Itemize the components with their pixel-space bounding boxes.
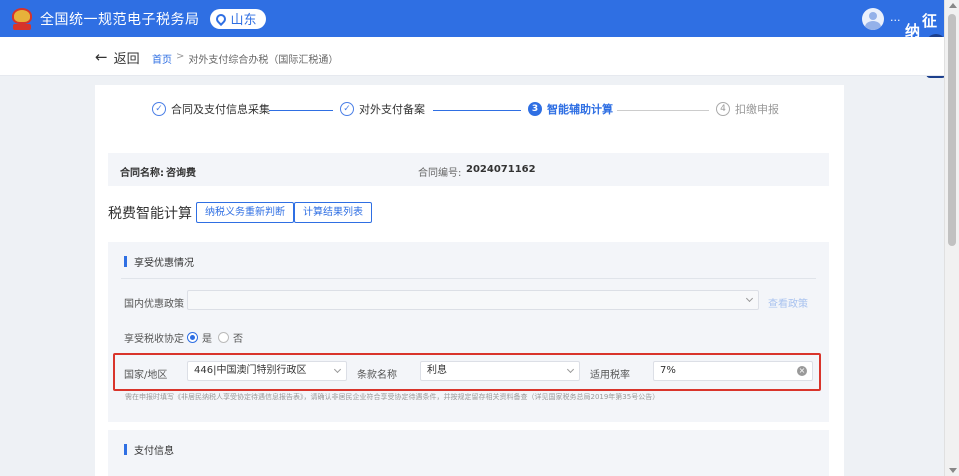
section-marker xyxy=(124,256,127,267)
breadcrumb-home[interactable]: 首页 xyxy=(152,51,172,66)
location-pin-icon xyxy=(213,11,228,26)
radio-label: 是 xyxy=(202,334,212,345)
contract-info: 合同名称: 咨询费 合同编号: 2024071162 xyxy=(108,153,829,186)
breadcrumb-current: 对外支付综合办税（国际汇税通） xyxy=(188,55,339,66)
chevron-down-icon xyxy=(745,294,754,303)
site-title: 全国统一规范电子税务局 xyxy=(40,11,200,28)
breadcrumb-separator: > xyxy=(176,51,185,62)
step-number: 4 xyxy=(716,102,730,116)
scroll-up-icon[interactable] xyxy=(949,3,957,8)
step-check-icon: ✓ xyxy=(152,102,166,116)
section-header: 享受优惠情况 xyxy=(124,254,194,269)
breadcrumb: 首页 > 对外支付综合办税（国际汇税通） xyxy=(152,51,338,66)
tax-emblem-icon xyxy=(10,7,34,31)
scrollbar-thumb[interactable] xyxy=(948,14,956,246)
treaty-radio-no[interactable]: 否 xyxy=(218,330,243,345)
section-title: 享受优惠情况 xyxy=(134,258,194,269)
step-number: 3 xyxy=(528,102,542,116)
section-marker xyxy=(124,444,127,455)
main-panel: ✓ 合同及支付信息采集 ✓ 对外支付备案 3 智能辅助计算 4 扣缴申报 合同名… xyxy=(95,85,844,476)
page-scrollbar[interactable] xyxy=(944,0,959,476)
user-avatar-icon[interactable] xyxy=(862,8,884,30)
treaty-radio-yes[interactable]: 是 xyxy=(187,330,212,345)
calc-title: 税费智能计算 xyxy=(108,206,192,222)
highlight-box xyxy=(113,353,821,391)
result-list-button[interactable]: 计算结果列表 xyxy=(294,202,372,223)
payment-section: 支付信息 xyxy=(108,430,829,476)
rejudge-obligation-button[interactable]: 纳税义务重新判断 xyxy=(196,202,294,223)
radio-label: 否 xyxy=(233,334,243,345)
step-contract-info: ✓ 合同及支付信息采集 xyxy=(152,101,270,117)
treaty-note: 需在申报时填写《非居民纳税人享受协定待遇信息报告表》，请确认非居民企业符合享受协… xyxy=(125,393,660,401)
step-filing: ✓ 对外支付备案 xyxy=(340,101,425,117)
domestic-policy-label: 国内优惠政策 xyxy=(124,299,184,310)
region-selector[interactable]: 山东 xyxy=(209,8,266,29)
contract-number-label: 合同编号: xyxy=(418,168,462,179)
breadcrumb-bar: ← 返回 首页 > 对外支付综合办税（国际汇税通） xyxy=(0,37,944,76)
contract-number-value: 2024071162 xyxy=(466,164,536,175)
step-connector xyxy=(433,110,521,111)
domestic-policy-select[interactable] xyxy=(187,290,759,310)
step-connector xyxy=(617,110,709,111)
step-smart-calc: 3 智能辅助计算 xyxy=(528,101,613,117)
scroll-down-icon[interactable] xyxy=(949,468,957,473)
treaty-label: 享受税收协定 xyxy=(124,334,184,345)
contract-name-value: 咨询费 xyxy=(166,168,196,179)
step-connector xyxy=(269,110,333,111)
region-label: 山东 xyxy=(230,13,257,28)
view-policy-link[interactable]: 查看政策 xyxy=(768,295,808,310)
step-label: 扣缴申报 xyxy=(735,103,779,116)
radio-icon xyxy=(218,332,229,343)
step-withholding: 4 扣缴申报 xyxy=(716,101,779,117)
back-label: 返回 xyxy=(113,52,140,67)
section-title: 支付信息 xyxy=(134,446,174,457)
radio-icon xyxy=(187,332,198,343)
step-label: 智能辅助计算 xyxy=(547,103,613,116)
step-label: 合同及支付信息采集 xyxy=(171,103,270,116)
contract-name-label: 合同名称: xyxy=(120,168,164,179)
step-label: 对外支付备案 xyxy=(359,103,425,116)
back-button[interactable]: ← 返回 xyxy=(95,48,140,68)
progress-steps: ✓ 合同及支付信息采集 ✓ 对外支付备案 3 智能辅助计算 4 扣缴申报 xyxy=(95,99,844,121)
arrow-left-icon: ← xyxy=(95,48,108,66)
section-header: 支付信息 xyxy=(124,442,174,457)
widget-char-1: 征 xyxy=(920,12,940,30)
top-bar: 全国统一规范电子税务局 山东 xyxy=(0,0,944,37)
divider xyxy=(121,278,816,279)
step-check-icon: ✓ xyxy=(340,102,354,116)
